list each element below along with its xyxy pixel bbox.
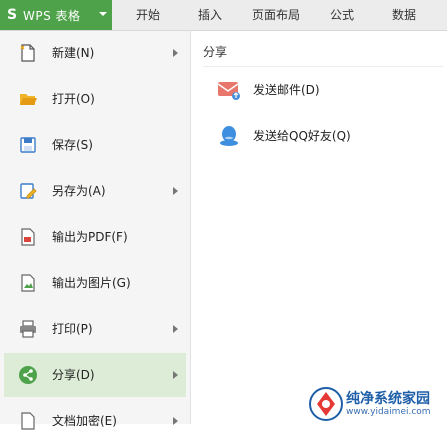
watermark: 纯净系统家园 www.yidaimei.com: [306, 384, 447, 424]
tab-page-layout[interactable]: 页面布局: [252, 0, 300, 30]
menu-item-save-as[interactable]: 另存为(A): [4, 169, 186, 213]
save-as-icon: [20, 183, 37, 199]
tab-formulas[interactable]: 公式: [330, 0, 354, 30]
printer-icon: [20, 320, 36, 338]
watermark-logo-icon: [309, 387, 343, 421]
menu-item-export-pdf[interactable]: 输出为PDF(F): [4, 215, 186, 259]
chevron-right-icon: [173, 187, 178, 195]
menu-item-label: 打开(O): [52, 92, 95, 106]
mail-icon: [217, 82, 240, 100]
image-icon: [21, 274, 35, 292]
chevron-right-icon: [173, 49, 178, 57]
share-panel: 分享 发送邮件(D) 发送给QQ好友(Q): [191, 31, 447, 424]
chevron-down-icon: [99, 12, 107, 16]
menu-item-label: 保存(S): [52, 138, 93, 152]
share-item-label: 发送邮件(D): [253, 83, 320, 97]
chevron-right-icon: [173, 371, 178, 379]
menu-item-export-image[interactable]: 输出为图片(G): [4, 261, 186, 305]
top-bar: S WPS 表格 开始 插入 页面布局 公式 数据: [0, 0, 447, 31]
open-folder-icon: [20, 94, 37, 105]
menu-item-share[interactable]: 分享(D): [4, 353, 186, 397]
menu-item-new[interactable]: 新建(N): [4, 31, 186, 75]
chevron-right-icon: [173, 325, 178, 333]
tab-data[interactable]: 数据: [392, 0, 416, 30]
menu-item-label: 输出为图片(G): [52, 276, 131, 290]
menu-item-label: 新建(N): [52, 46, 95, 60]
menu-item-label: 另存为(A): [52, 184, 106, 198]
menu-item-label: 输出为PDF(F): [52, 230, 128, 244]
watermark-url: www.yidaimei.com: [346, 407, 431, 417]
pdf-icon: [21, 228, 35, 246]
menu-item-label: 打印(P): [52, 322, 93, 336]
lock-icon: [21, 412, 35, 430]
divider: [203, 66, 443, 67]
wps-logo-icon: S: [6, 7, 18, 23]
share-item-label: 发送给QQ好友(Q): [253, 129, 351, 143]
new-file-icon: [20, 44, 35, 62]
panel-title: 分享: [203, 45, 228, 59]
file-menu: 新建(N) 打开(O) 保存(S) 另存为(A) 输出为PDF(F) 输出为图片…: [0, 31, 191, 430]
app-menu-button[interactable]: S WPS 表格: [0, 0, 112, 30]
tab-start[interactable]: 开始: [136, 0, 160, 30]
share-icon: [19, 366, 37, 384]
watermark-title: 纯净系统家园: [346, 391, 430, 407]
menu-item-open[interactable]: 打开(O): [4, 77, 186, 121]
tab-insert[interactable]: 插入: [198, 0, 222, 30]
menu-item-label: 文档加密(E): [52, 414, 117, 428]
save-icon: [20, 137, 36, 153]
share-item-email[interactable]: 发送邮件(D): [215, 74, 435, 106]
share-item-qq[interactable]: 发送给QQ好友(Q): [215, 120, 435, 152]
app-title: WPS 表格: [23, 8, 81, 23]
menu-item-print[interactable]: 打印(P): [4, 307, 186, 351]
qq-icon: [220, 126, 238, 146]
menu-item-encrypt[interactable]: 文档加密(E): [4, 399, 186, 443]
menu-item-save[interactable]: 保存(S): [4, 123, 186, 167]
menu-item-label: 分享(D): [52, 368, 95, 382]
